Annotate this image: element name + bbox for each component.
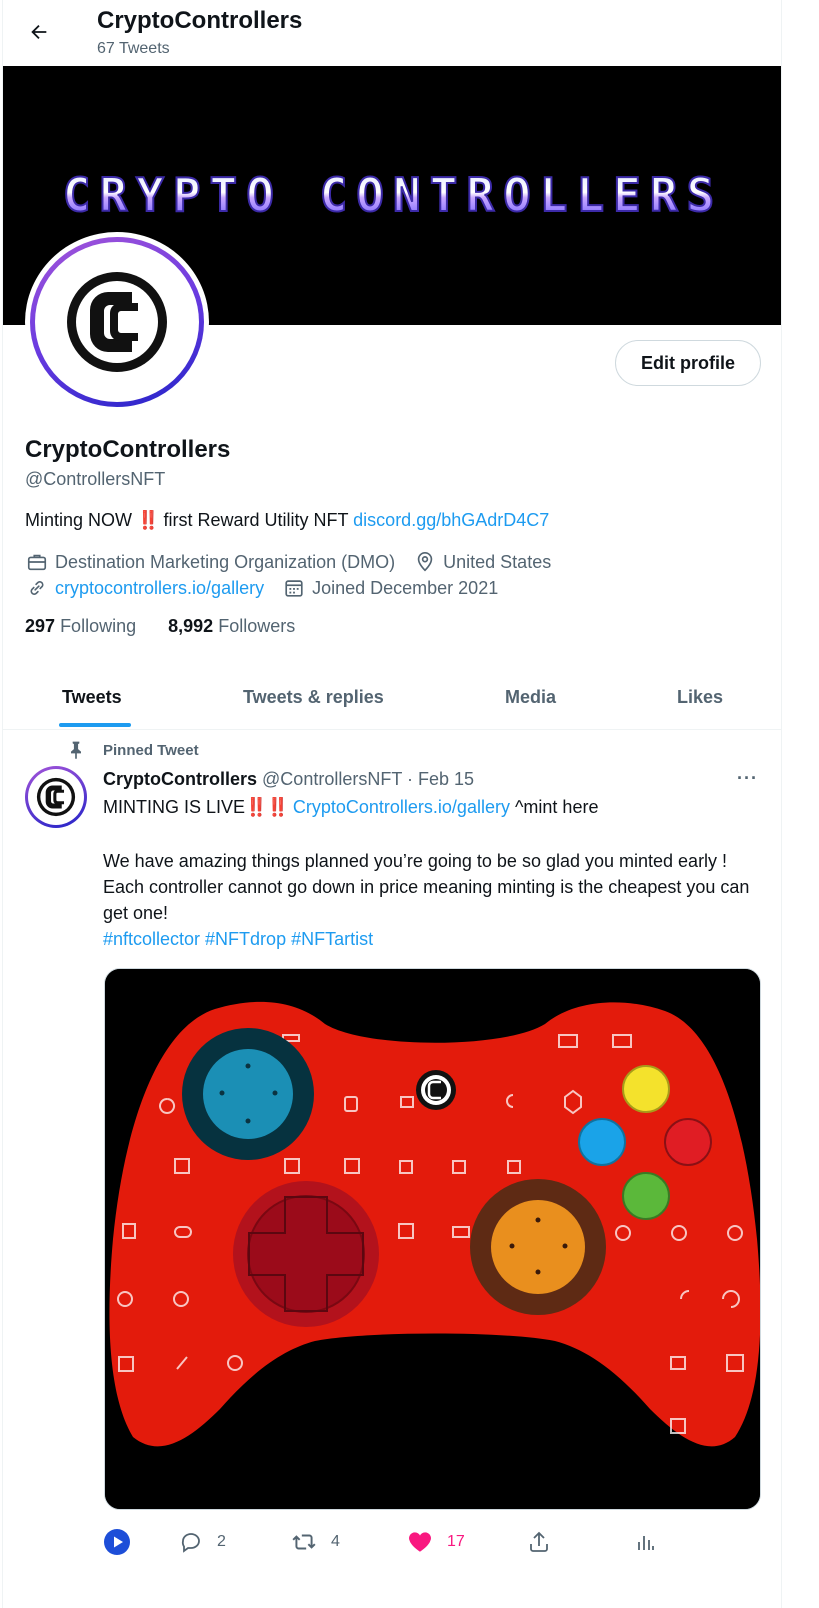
tweet-text: We have amazing things planned you’re go…	[103, 851, 750, 923]
profile-tabs: Tweets Tweets & replies Media Likes	[3, 664, 781, 730]
retweet-button[interactable]: 4	[291, 1522, 340, 1562]
share-button[interactable]	[527, 1522, 551, 1562]
more-options-icon[interactable]: ···	[737, 768, 758, 789]
tweet-author-handle[interactable]: @ControllersNFT	[262, 769, 402, 789]
tab-tweets[interactable]: Tweets	[62, 664, 122, 730]
followers-label: Followers	[218, 616, 296, 636]
play-button[interactable]	[103, 1522, 131, 1562]
page-title: CryptoControllers	[97, 7, 303, 34]
profile-meta-row-1: Destination Marketing Organization (DMO)…	[25, 550, 551, 574]
followers-link[interactable]: 8,992 Followers	[168, 616, 295, 636]
reply-icon	[181, 1533, 200, 1553]
tweet-line1-suffix: ^mint here	[514, 797, 599, 817]
tweet-date[interactable]: Feb 15	[418, 769, 474, 789]
profile-joined-date: Joined December 2021	[312, 577, 499, 598]
controller-artwork	[105, 969, 760, 1509]
share-icon	[530, 1531, 548, 1552]
tweet-separator: ·	[407, 769, 414, 789]
pin-icon	[71, 741, 81, 760]
followers-count: 8,992	[168, 616, 214, 636]
tweet-avatar[interactable]	[25, 766, 87, 828]
bio-emoji: ‼️	[137, 510, 159, 530]
tweet-count: 67 Tweets	[97, 40, 170, 57]
profile-column: CryptoControllers 67 Tweets CRYPTO CONTR…	[2, 0, 782, 1608]
bio-discord-link[interactable]: discord.gg/bhGAdrD4C7	[353, 510, 549, 530]
play-icon	[104, 1529, 130, 1555]
cc-logo-icon	[67, 272, 167, 372]
tweet-header: CryptoControllers @ControllersNFT · Feb …	[103, 769, 474, 790]
like-button[interactable]: 17	[407, 1522, 465, 1562]
analytics-button[interactable]	[633, 1522, 657, 1562]
reply-button[interactable]: 2	[179, 1522, 226, 1562]
link-icon	[25, 576, 49, 600]
pinned-label: Pinned Tweet	[103, 742, 199, 759]
retweet-count: 4	[331, 1533, 340, 1550]
cc-logo-icon	[36, 777, 76, 817]
edit-profile-button[interactable]: Edit profile	[615, 340, 761, 386]
tweet-gallery-link[interactable]: CryptoControllers.io/gallery	[293, 797, 510, 817]
bio-text: Minting NOW	[25, 510, 133, 530]
tab-likes[interactable]: Likes	[677, 664, 723, 730]
tweet-first-line: MINTING IS LIVE‼️‼️ CryptoControllers.io…	[103, 797, 598, 818]
profile-avatar[interactable]	[25, 232, 209, 412]
tweet-line1-emoji: ‼️‼️	[245, 797, 289, 817]
tab-media[interactable]: Media	[505, 664, 556, 730]
location-pin-icon	[413, 550, 437, 574]
calendar-icon	[282, 576, 306, 600]
retweet-icon	[292, 1534, 316, 1550]
following-count: 297	[25, 616, 56, 636]
profile-name: CryptoControllers	[25, 436, 231, 463]
reply-count: 2	[217, 1533, 226, 1550]
tweet-hashtags[interactable]: #nftcollector #NFTdrop #NFTartist	[103, 926, 768, 952]
profile-bio: Minting NOW ‼️ first Reward Utility NFT …	[25, 510, 549, 531]
tweet-line1-text: MINTING IS LIVE	[103, 797, 246, 817]
analytics-icon	[638, 1536, 654, 1550]
profile-meta-row-2: cryptocontrollers.io/gallery Joined Dece…	[25, 576, 498, 600]
top-bar: CryptoControllers 67 Tweets	[3, 0, 781, 66]
following-link[interactable]: 297 Following	[25, 616, 136, 636]
arrow-left-icon	[31, 24, 47, 40]
like-count: 17	[447, 1533, 465, 1550]
profile-website-link[interactable]: cryptocontrollers.io/gallery	[55, 578, 264, 599]
following-label: Following	[60, 616, 137, 636]
back-button[interactable]	[21, 14, 57, 50]
heart-filled-icon	[409, 1532, 431, 1552]
tweet-actions: 2 4 17	[103, 1522, 763, 1562]
profile-handle: @ControllersNFT	[25, 469, 166, 489]
active-tab-indicator	[59, 723, 131, 727]
profile-location: United States	[443, 551, 552, 572]
briefcase-icon	[25, 550, 49, 574]
tweet-media-image[interactable]	[104, 968, 761, 1510]
tab-tweets-replies[interactable]: Tweets & replies	[243, 664, 384, 730]
banner-title: CRYPTO CONTROLLERS	[63, 168, 724, 222]
tweet-body: We have amazing things planned you’re go…	[103, 848, 768, 952]
profile-category: Destination Marketing Organization (DMO)	[55, 551, 396, 572]
tweet-author-name[interactable]: CryptoControllers	[103, 769, 257, 789]
bio-text-2: first Reward Utility NFT	[163, 510, 349, 530]
follow-stats: 297 Following 8,992 Followers	[25, 616, 295, 637]
